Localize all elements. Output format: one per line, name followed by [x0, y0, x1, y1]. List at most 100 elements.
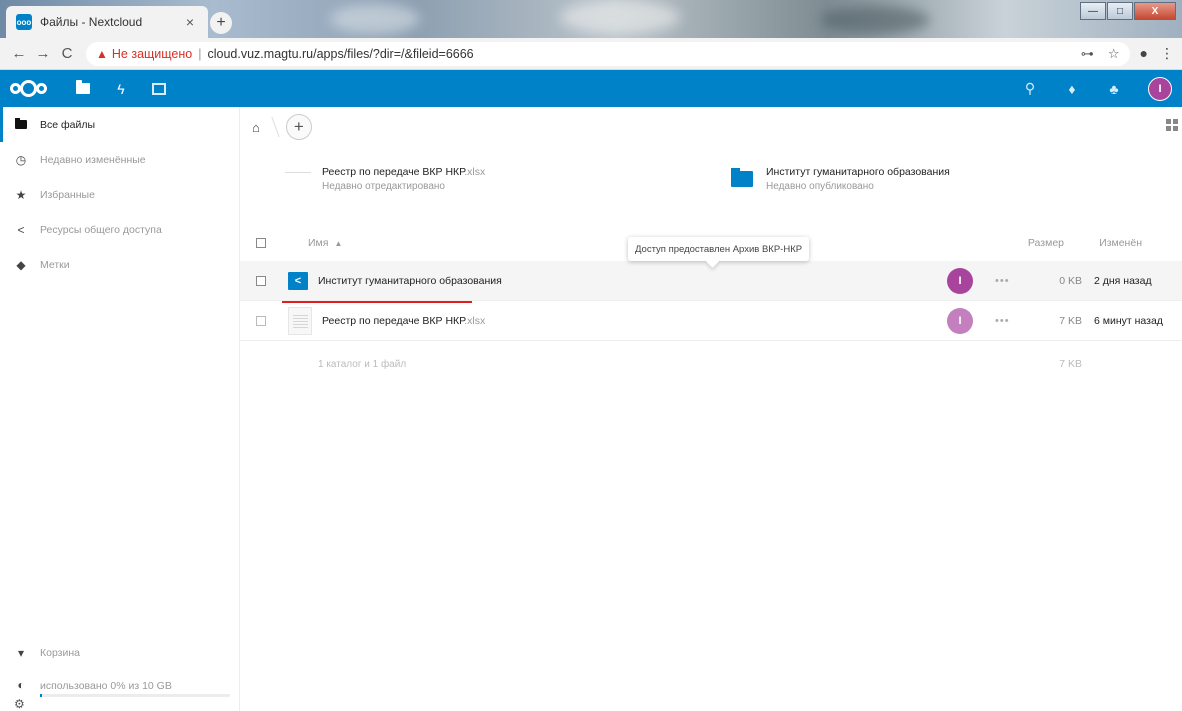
sort-ascending-icon: ▲: [334, 239, 343, 248]
warning-icon: ▲: [96, 46, 108, 61]
pie-chart-icon: ◐: [17, 678, 25, 692]
tab-title: Файлы - Nextcloud: [40, 15, 143, 29]
reload-icon[interactable]: C: [56, 45, 78, 62]
folder-icon: [14, 117, 28, 132]
new-button[interactable]: +: [285, 114, 312, 140]
nextcloud-favicon-icon: ooo: [16, 14, 32, 30]
share-owner-avatar[interactable]: I: [947, 307, 973, 334]
sidebar-item-label: Ресурсы общего доступа: [40, 223, 162, 236]
sidebar-item-all-files[interactable]: Все файлы: [0, 107, 239, 142]
recommended-status: Недавно отредактировано: [322, 181, 445, 192]
quota-label: использовано 0% из 10 GB: [40, 680, 172, 692]
folder-icon: [728, 165, 756, 193]
browser-toolbar: ← → C ▲ Не защищено | cloud.vuz.magtu.ru…: [0, 38, 1182, 70]
tag-icon: ◆: [16, 257, 26, 272]
recommended-file[interactable]: Реестр по передаче ВКР НКР.xlsx Недавно …: [284, 165, 485, 193]
close-tab-icon[interactable]: ×: [182, 14, 198, 30]
file-modified: 2 дня назад: [1094, 274, 1152, 287]
share-tooltip: Доступ предоставлен Архив ВКР-НКР: [628, 237, 810, 261]
column-header-name: Имя: [308, 237, 329, 249]
star-icon: ★: [15, 187, 27, 202]
logo-circle: [36, 83, 47, 94]
share-owner-avatar[interactable]: I: [947, 267, 973, 294]
gallery-icon[interactable]: [151, 81, 167, 97]
sort-by-size[interactable]: Размер: [1028, 237, 1064, 249]
forward-icon[interactable]: →: [32, 45, 54, 62]
back-icon[interactable]: ←: [8, 45, 30, 62]
app-menu: ϟ: [75, 80, 167, 97]
folder-thumbnail: [731, 168, 753, 187]
file-basename: Реестр по передаче ВКР НКР: [322, 166, 465, 178]
recommended-folder-name: Институт гуманитарного образования: [766, 166, 950, 178]
recommended-file-name: Реестр по передаче ВКР НКР.xlsx: [322, 166, 485, 178]
grid-cell: [1173, 119, 1178, 124]
home-icon[interactable]: ⌂: [252, 120, 260, 135]
browser-menu-area: ● ⋮: [1140, 45, 1174, 62]
gear-icon: ⚙: [14, 697, 25, 711]
omnibox-actions: ⊶ ☆: [1081, 46, 1120, 62]
recommended-text: Институт гуманитарного образования Недав…: [766, 166, 950, 192]
sidebar-item-label: Все файлы: [40, 118, 96, 131]
address-separator: |: [198, 46, 202, 61]
files-icon[interactable]: [75, 80, 91, 97]
sidebar-item-tags[interactable]: ◆ Метки: [0, 247, 239, 282]
table-row[interactable]: Реестр по передаче ВКР НКР.xlsx I ••• 7 …: [240, 301, 1182, 341]
select-all-checkbox[interactable]: [256, 238, 266, 248]
file-modified: 6 минут назад: [1094, 314, 1163, 327]
settings-item[interactable]: ⚙: [0, 697, 239, 711]
spreadsheet-icon: [288, 306, 312, 335]
file-extension: .xlsx: [464, 314, 486, 327]
sidebar-item-label: Метки: [40, 258, 70, 271]
close-window-button[interactable]: X: [1134, 2, 1176, 20]
sidebar-item-favorites[interactable]: ★ Избранные: [0, 177, 239, 212]
app-navigation: Все файлы ◷ Недавно изменённые ★ Избранн…: [0, 107, 240, 711]
nextcloud-header: ϟ ⚲ ♦ ♣ I: [0, 70, 1182, 107]
summary-size: 7 KB: [1059, 358, 1082, 370]
file-extension: .xlsx: [464, 166, 486, 178]
sidebar-item-label: Корзина: [40, 646, 80, 659]
user-avatar[interactable]: I: [1148, 76, 1172, 101]
row-checkbox[interactable]: [256, 275, 266, 286]
minimize-button[interactable]: —: [1080, 2, 1106, 20]
clock-icon: ◷: [15, 152, 27, 167]
summary-label: 1 каталог и 1 файл: [318, 358, 407, 370]
grid-view-toggle-icon[interactable]: [1166, 119, 1178, 131]
browser-tab[interactable]: ooo Файлы - Nextcloud ×: [6, 6, 208, 38]
sidebar-item-trash[interactable]: ▾ Корзина: [0, 635, 239, 670]
bookmark-star-icon[interactable]: ☆: [1108, 46, 1120, 62]
file-name: Реестр по передаче ВКР НКР.xlsx: [322, 315, 485, 327]
recommended-text: Реестр по передаче ВКР НКР.xlsx Недавно …: [322, 166, 485, 192]
file-size: 0 KB: [1059, 274, 1082, 287]
grid-cell: [1173, 126, 1178, 131]
sort-by-modified[interactable]: Изменён: [1099, 237, 1142, 249]
share-icon: <: [17, 222, 25, 237]
sidebar-footer: ▾ Корзина ◐ использовано 0% из 10 GB ⚙: [0, 635, 239, 711]
file-list-summary: 1 каталог и 1 файл 7 KB: [240, 341, 1182, 387]
row-checkbox[interactable]: [256, 315, 266, 326]
recommended-folder[interactable]: Институт гуманитарного образования Недав…: [728, 165, 950, 193]
quota-info[interactable]: ◐ использовано 0% из 10 GB: [0, 670, 239, 692]
sidebar-item-recent[interactable]: ◷ Недавно изменённые: [0, 142, 239, 177]
shared-folder-icon: <: [288, 271, 308, 290]
profile-icon[interactable]: ●: [1140, 45, 1148, 62]
security-status[interactable]: Не защищено: [112, 47, 192, 61]
address-bar[interactable]: ▲ Не защищено | cloud.vuz.magtu.ru/apps/…: [86, 41, 1130, 66]
nextcloud-logo-icon[interactable]: [10, 80, 47, 97]
contacts-icon[interactable]: ♣: [1106, 81, 1122, 97]
menu-icon[interactable]: ⋮: [1160, 45, 1174, 62]
new-tab-button[interactable]: +: [210, 12, 232, 34]
maximize-button[interactable]: □: [1107, 2, 1133, 20]
grid-cell: [1166, 126, 1171, 131]
browser-titlebar: ooo Файлы - Nextcloud × + — □ X: [0, 0, 1182, 38]
file-size: 7 KB: [1059, 314, 1082, 327]
notifications-icon[interactable]: ♦: [1064, 81, 1080, 97]
search-icon[interactable]: ⚲: [1022, 80, 1038, 97]
sidebar-item-shares[interactable]: < Ресурсы общего доступа: [0, 212, 239, 247]
activity-icon[interactable]: ϟ: [113, 81, 129, 97]
background-blur: [560, 0, 680, 34]
url-text[interactable]: cloud.vuz.magtu.ru/apps/files/?dir=/&fil…: [208, 47, 474, 61]
recommendations: Реестр по передаче ВКР НКР.xlsx Недавно …: [240, 165, 1182, 205]
key-icon[interactable]: ⊶: [1081, 46, 1094, 62]
recommended-status: Недавно опубликовано: [766, 181, 874, 192]
breadcrumb-separator: [262, 117, 280, 137]
